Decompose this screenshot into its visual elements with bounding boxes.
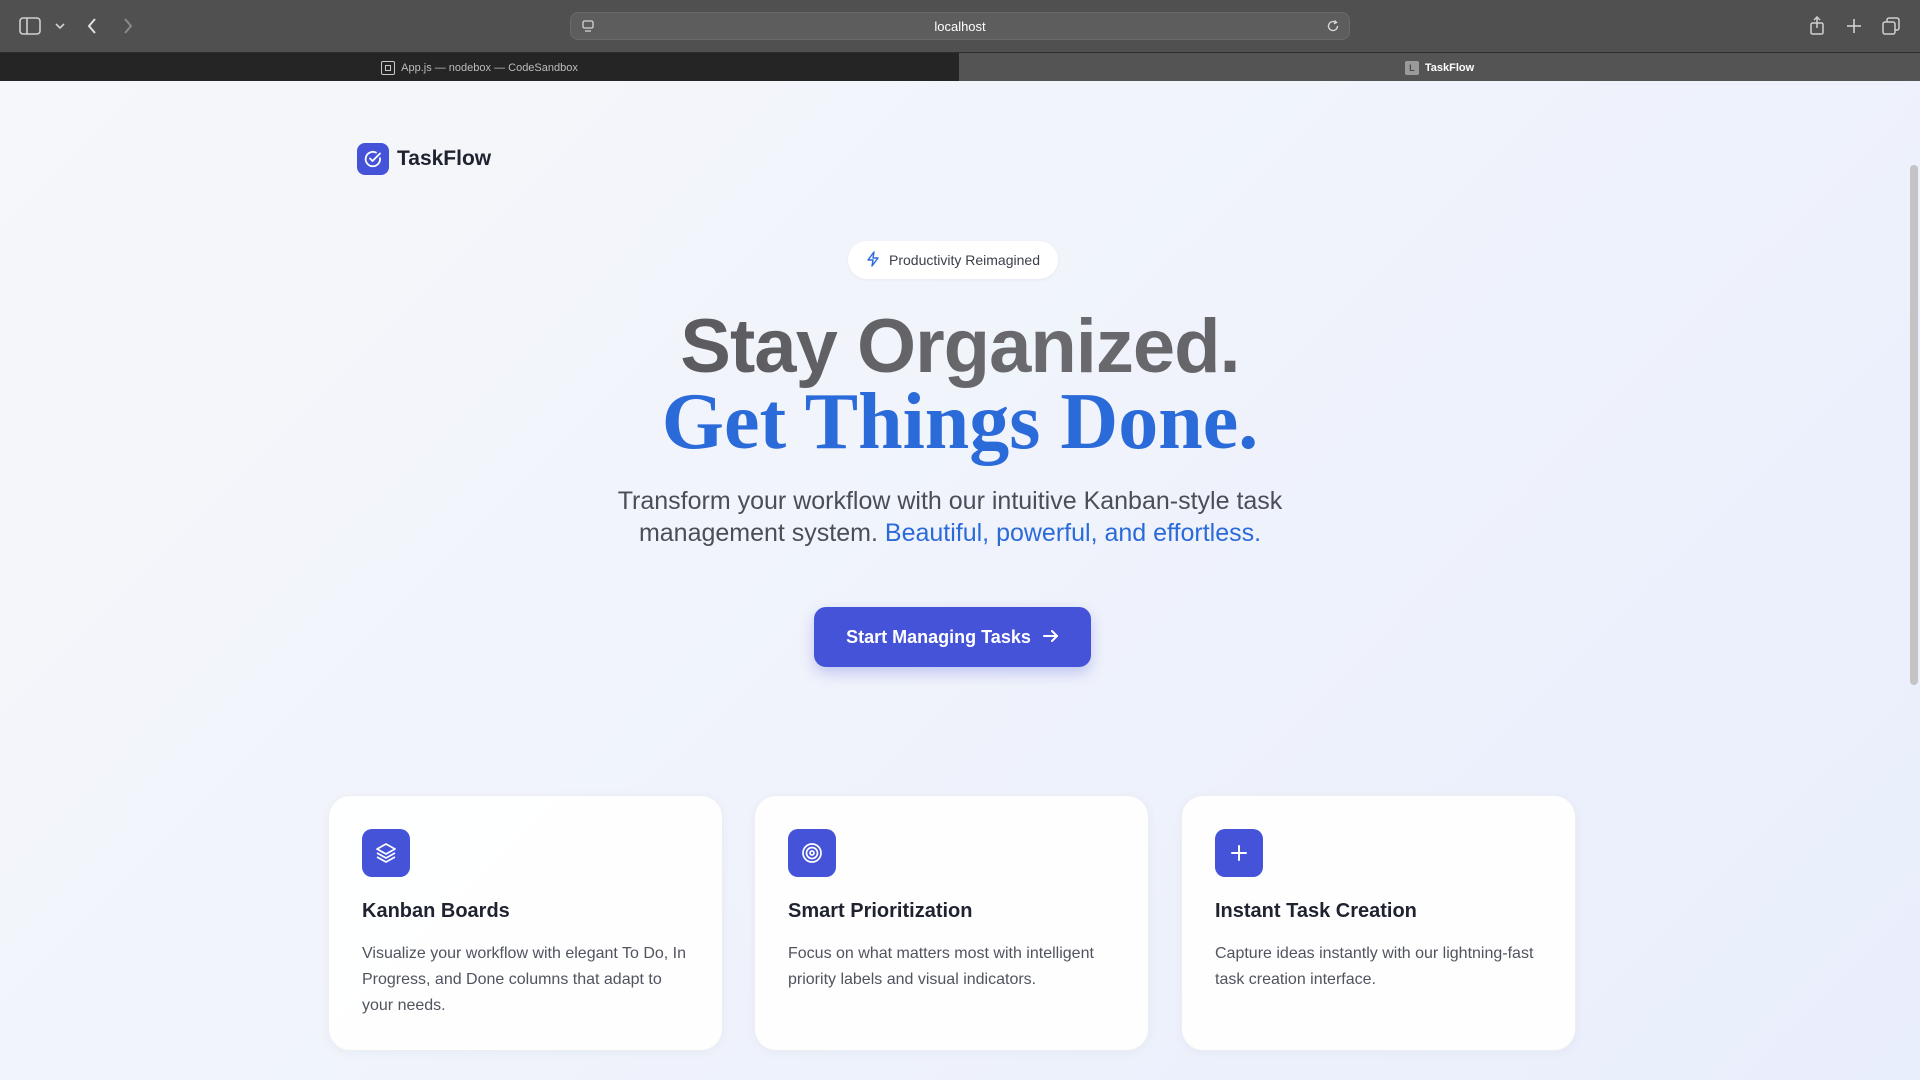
feature-card-prioritization: Smart Prioritization Focus on what matte… (754, 795, 1149, 1051)
plus-icon (1215, 829, 1263, 877)
tab-taskflow[interactable]: L TaskFlow (959, 53, 1920, 82)
start-managing-tasks-button[interactable]: Start Managing Tasks (814, 607, 1091, 667)
reload-icon[interactable] (1325, 18, 1341, 37)
codesandbox-favicon-icon (381, 60, 396, 75)
new-tab-icon[interactable] (1842, 14, 1866, 38)
back-icon[interactable] (80, 14, 104, 38)
vertical-scrollbar[interactable] (1910, 165, 1918, 685)
feature-title: Instant Task Creation (1215, 900, 1417, 922)
layers-icon (362, 829, 410, 877)
feature-description: Capture ideas instantly with our lightni… (1215, 945, 1534, 988)
tab-label: App.js — nodebox — CodeSandbox (401, 61, 578, 74)
tab-bar: App.js — nodebox — CodeSandbox L TaskFlo… (0, 52, 1920, 82)
tab-overview-icon[interactable] (1879, 14, 1903, 38)
hero-subtitle: Transform your workflow with our intuiti… (610, 485, 1290, 549)
lightning-icon (866, 250, 880, 270)
tab-label: TaskFlow (1424, 61, 1475, 74)
badge-label: Productivity Reimagined (889, 252, 1040, 268)
feature-title: Kanban Boards (362, 900, 510, 922)
target-icon (788, 829, 836, 877)
tagline-badge: Productivity Reimagined (848, 241, 1058, 279)
check-circle-icon (357, 143, 389, 175)
forward-icon[interactable] (116, 14, 140, 38)
sidebar-toggle-icon[interactable] (18, 14, 42, 38)
feature-description: Focus on what matters most with intellig… (788, 945, 1094, 988)
taskflow-favicon-icon: L (1404, 60, 1419, 75)
page-viewport: TaskFlow Productivity Reimagined Stay Or… (0, 81, 1920, 1080)
brand-name: TaskFlow (397, 147, 492, 170)
feature-card-task-creation: Instant Task Creation Capture ideas inst… (1181, 795, 1576, 1051)
share-icon[interactable] (1805, 14, 1829, 38)
url-text: localhost (934, 18, 986, 34)
tab-codesandbox[interactable]: App.js — nodebox — CodeSandbox (0, 53, 959, 82)
arrow-right-icon (1042, 627, 1059, 648)
chevron-down-icon[interactable] (48, 14, 72, 38)
headline-secondary: Get Things Done. (661, 378, 1259, 466)
page-settings-icon[interactable] (581, 19, 595, 36)
feature-card-kanban: Kanban Boards Visualize your workflow wi… (328, 795, 723, 1051)
subtitle-accent: Beautiful, powerful, and effortless. (884, 519, 1262, 547)
address-bar[interactable]: localhost (570, 12, 1350, 40)
feature-description: Visualize your workflow with elegant To … (362, 945, 687, 1014)
feature-title: Smart Prioritization (788, 900, 973, 922)
brand-logo[interactable]: TaskFlow (357, 143, 491, 175)
cta-label: Start Managing Tasks (846, 626, 1031, 647)
browser-toolbar: localhost (0, 0, 1920, 52)
